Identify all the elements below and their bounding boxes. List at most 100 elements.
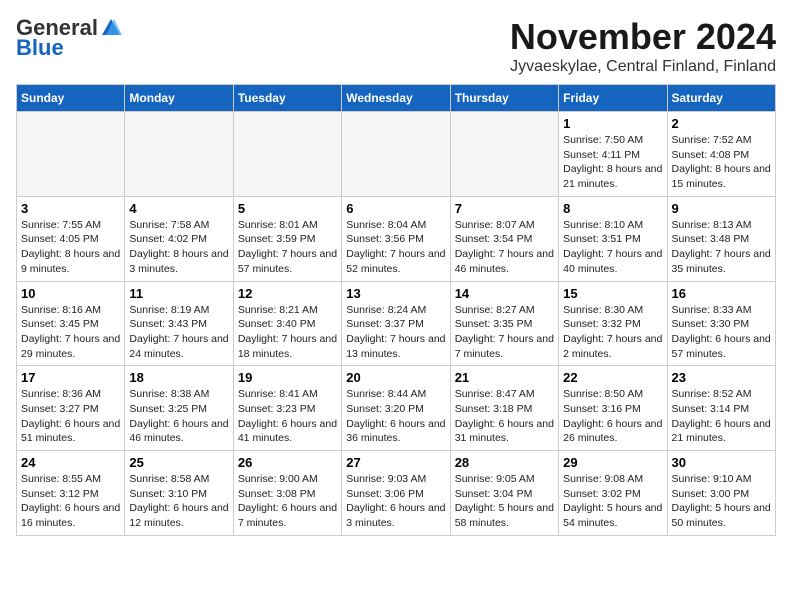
day-info: Sunrise: 8:24 AM Sunset: 3:37 PM Dayligh… — [346, 303, 445, 362]
logo-blue: Blue — [16, 36, 64, 60]
calendar-cell: 10 Sunrise: 8:16 AM Sunset: 3:45 PM Dayli… — [17, 281, 125, 366]
day-info: Sunrise: 9:10 AM Sunset: 3:00 PM Dayligh… — [672, 472, 771, 531]
day-number: 6 — [346, 201, 445, 216]
day-info: Sunrise: 7:58 AM Sunset: 4:02 PM Dayligh… — [129, 218, 228, 277]
day-info: Sunrise: 8:13 AM Sunset: 3:48 PM Dayligh… — [672, 218, 771, 277]
day-info: Sunrise: 8:52 AM Sunset: 3:14 PM Dayligh… — [672, 387, 771, 446]
day-info: Sunrise: 7:50 AM Sunset: 4:11 PM Dayligh… — [563, 133, 662, 192]
calendar-cell — [233, 112, 341, 197]
day-info: Sunrise: 9:00 AM Sunset: 3:08 PM Dayligh… — [238, 472, 337, 531]
day-info: Sunrise: 8:19 AM Sunset: 3:43 PM Dayligh… — [129, 303, 228, 362]
day-info: Sunrise: 8:41 AM Sunset: 3:23 PM Dayligh… — [238, 387, 337, 446]
day-info: Sunrise: 9:08 AM Sunset: 3:02 PM Dayligh… — [563, 472, 662, 531]
day-number: 11 — [129, 286, 228, 301]
day-number: 23 — [672, 370, 771, 385]
day-number: 29 — [563, 455, 662, 470]
day-number: 26 — [238, 455, 337, 470]
day-info: Sunrise: 7:52 AM Sunset: 4:08 PM Dayligh… — [672, 133, 771, 192]
calendar-cell: 9 Sunrise: 8:13 AM Sunset: 3:48 PM Daylig… — [667, 196, 775, 281]
day-number: 13 — [346, 286, 445, 301]
calendar-cell: 27 Sunrise: 9:03 AM Sunset: 3:06 PM Dayli… — [342, 451, 450, 536]
calendar-cell — [125, 112, 233, 197]
calendar-cell — [342, 112, 450, 197]
calendar-cell: 28Sunrise: 9:05 AM Sunset: 3:04 PM Dayli… — [450, 451, 558, 536]
calendar-cell: 22 Sunrise: 8:50 AM Sunset: 3:16 PM Dayli… — [559, 366, 667, 451]
day-number: 2 — [672, 116, 771, 131]
calendar-cell: 30 Sunrise: 9:10 AM Sunset: 3:00 PM Dayli… — [667, 451, 775, 536]
weekday-header: Tuesday — [233, 85, 341, 112]
day-number: 19 — [238, 370, 337, 385]
weekday-header: Saturday — [667, 85, 775, 112]
calendar-cell: 20 Sunrise: 8:44 AM Sunset: 3:20 PM Dayli… — [342, 366, 450, 451]
day-number: 1 — [563, 116, 662, 131]
day-number: 27 — [346, 455, 445, 470]
day-number: 30 — [672, 455, 771, 470]
day-info: Sunrise: 8:30 AM Sunset: 3:32 PM Dayligh… — [563, 303, 662, 362]
day-info: Sunrise: 8:04 AM Sunset: 3:56 PM Dayligh… — [346, 218, 445, 277]
calendar-week-row: 10 Sunrise: 8:16 AM Sunset: 3:45 PM Dayli… — [17, 281, 776, 366]
calendar-week-row: 17 Sunrise: 8:36 AM Sunset: 3:27 PM Dayli… — [17, 366, 776, 451]
location: Jyvaeskylae, Central Finland, Finland — [510, 58, 776, 76]
day-number: 24 — [21, 455, 120, 470]
calendar-cell: 25 Sunrise: 8:58 AM Sunset: 3:10 PM Dayli… — [125, 451, 233, 536]
weekday-header: Wednesday — [342, 85, 450, 112]
day-info: Sunrise: 8:50 AM Sunset: 3:16 PM Dayligh… — [563, 387, 662, 446]
day-number: 18 — [129, 370, 228, 385]
day-info: Sunrise: 8:07 AM Sunset: 3:54 PM Dayligh… — [455, 218, 554, 277]
day-info: Sunrise: 8:58 AM Sunset: 3:10 PM Dayligh… — [129, 472, 228, 531]
weekday-header: Friday — [559, 85, 667, 112]
day-number: 15 — [563, 286, 662, 301]
weekday-header: Sunday — [17, 85, 125, 112]
day-number: 9 — [672, 201, 771, 216]
month-title: November 2024 — [510, 16, 776, 58]
day-number: 5 — [238, 201, 337, 216]
day-number: 17 — [21, 370, 120, 385]
day-info: Sunrise: 8:36 AM Sunset: 3:27 PM Dayligh… — [21, 387, 120, 446]
calendar-cell: 18 Sunrise: 8:38 AM Sunset: 3:25 PM Dayli… — [125, 366, 233, 451]
day-info: Sunrise: 8:27 AM Sunset: 3:35 PM Dayligh… — [455, 303, 554, 362]
calendar-cell: 15 Sunrise: 8:30 AM Sunset: 3:32 PM Dayli… — [559, 281, 667, 366]
day-number: 10 — [21, 286, 120, 301]
day-number: 21 — [455, 370, 554, 385]
logo: General Blue — [16, 16, 122, 60]
day-info: Sunrise: 8:21 AM Sunset: 3:40 PM Dayligh… — [238, 303, 337, 362]
calendar-cell: 24 Sunrise: 8:55 AM Sunset: 3:12 PM Dayli… — [17, 451, 125, 536]
day-info: Sunrise: 8:38 AM Sunset: 3:25 PM Dayligh… — [129, 387, 228, 446]
title-area: November 2024 Jyvaeskylae, Central Finla… — [510, 16, 776, 76]
calendar-week-row: 24 Sunrise: 8:55 AM Sunset: 3:12 PM Dayli… — [17, 451, 776, 536]
weekday-header-row: SundayMondayTuesdayWednesdayThursdayFrid… — [17, 85, 776, 112]
day-number: 7 — [455, 201, 554, 216]
logo-icon — [100, 17, 122, 39]
calendar-cell: 26 Sunrise: 9:00 AM Sunset: 3:08 PM Dayli… — [233, 451, 341, 536]
day-number: 16 — [672, 286, 771, 301]
calendar-week-row: 3Sunrise: 7:55 AM Sunset: 4:05 PM Daylig… — [17, 196, 776, 281]
calendar-cell — [17, 112, 125, 197]
day-info: Sunrise: 9:03 AM Sunset: 3:06 PM Dayligh… — [346, 472, 445, 531]
day-number: 22 — [563, 370, 662, 385]
calendar-cell: 16 Sunrise: 8:33 AM Sunset: 3:30 PM Dayli… — [667, 281, 775, 366]
day-number: 25 — [129, 455, 228, 470]
calendar-cell — [450, 112, 558, 197]
calendar-cell: 19 Sunrise: 8:41 AM Sunset: 3:23 PM Dayli… — [233, 366, 341, 451]
day-number: 20 — [346, 370, 445, 385]
calendar-cell: 5 Sunrise: 8:01 AM Sunset: 3:59 PM Daylig… — [233, 196, 341, 281]
day-info: Sunrise: 8:44 AM Sunset: 3:20 PM Dayligh… — [346, 387, 445, 446]
page-header: General Blue November 2024 Jyvaeskylae, … — [16, 16, 776, 76]
day-info: Sunrise: 8:16 AM Sunset: 3:45 PM Dayligh… — [21, 303, 120, 362]
calendar-cell: 21Sunrise: 8:47 AM Sunset: 3:18 PM Dayli… — [450, 366, 558, 451]
calendar-cell: 4Sunrise: 7:58 AM Sunset: 4:02 PM Daylig… — [125, 196, 233, 281]
calendar-cell: 6 Sunrise: 8:04 AM Sunset: 3:56 PM Daylig… — [342, 196, 450, 281]
calendar-cell: 1 Sunrise: 7:50 AM Sunset: 4:11 PM Daylig… — [559, 112, 667, 197]
day-number: 8 — [563, 201, 662, 216]
calendar-cell: 3Sunrise: 7:55 AM Sunset: 4:05 PM Daylig… — [17, 196, 125, 281]
calendar-cell: 7 Sunrise: 8:07 AM Sunset: 3:54 PM Daylig… — [450, 196, 558, 281]
day-number: 12 — [238, 286, 337, 301]
day-info: Sunrise: 8:33 AM Sunset: 3:30 PM Dayligh… — [672, 303, 771, 362]
calendar-cell: 17 Sunrise: 8:36 AM Sunset: 3:27 PM Dayli… — [17, 366, 125, 451]
calendar-cell: 13 Sunrise: 8:24 AM Sunset: 3:37 PM Dayli… — [342, 281, 450, 366]
calendar-cell: 11 Sunrise: 8:19 AM Sunset: 3:43 PM Dayli… — [125, 281, 233, 366]
day-info: Sunrise: 8:55 AM Sunset: 3:12 PM Dayligh… — [21, 472, 120, 531]
calendar-cell: 23 Sunrise: 8:52 AM Sunset: 3:14 PM Dayli… — [667, 366, 775, 451]
day-info: Sunrise: 8:01 AM Sunset: 3:59 PM Dayligh… — [238, 218, 337, 277]
day-number: 28 — [455, 455, 554, 470]
